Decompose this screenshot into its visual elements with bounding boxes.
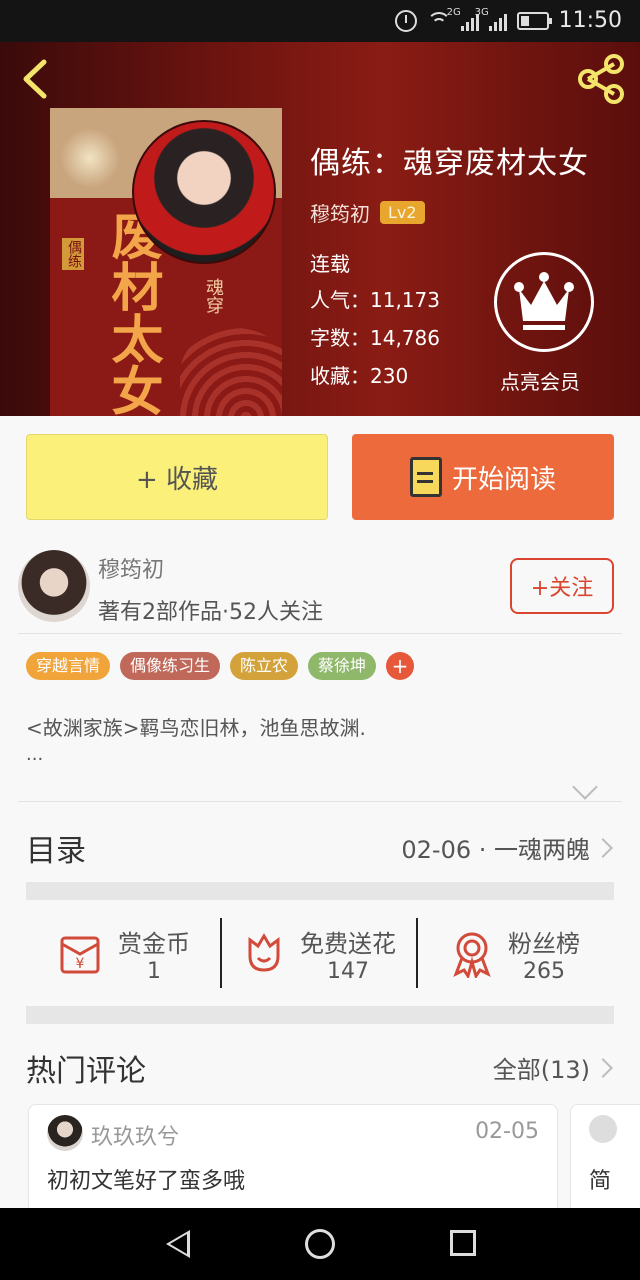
status-time: 11:50 <box>558 8 622 33</box>
reward-fans-value: 265 <box>523 959 565 984</box>
reward-fans-label: 粉丝榜 <box>508 930 580 958</box>
battery-icon <box>516 11 552 30</box>
catalog-latest: 02-06 · 一魂两魄 <box>401 836 590 864</box>
crown-icon <box>514 272 574 330</box>
comment-card[interactable]: 简 <box>570 1104 640 1214</box>
comment-card[interactable]: 玖玖玖兮 02-05 初初文笔好了蛮多哦 <box>28 1104 558 1214</box>
divider <box>416 918 418 988</box>
follow-button[interactable]: +关注 <box>510 558 614 614</box>
reward-fans[interactable]: 粉丝榜 265 <box>450 916 580 992</box>
share-icon[interactable] <box>576 54 626 104</box>
cover-avatar <box>132 120 276 264</box>
level-badge: Lv2 <box>380 201 425 224</box>
divider <box>18 633 622 634</box>
book-status: 连载 <box>310 252 350 276</box>
section-separator <box>26 882 614 900</box>
author-stats: 著有2部作品·52人关注 <box>98 600 323 625</box>
author-avatar[interactable] <box>18 550 90 622</box>
author-section: 穆筠初 著有2部作品·52人关注 +关注 <box>0 538 640 634</box>
envelope-yen-icon: ¥ <box>60 936 100 974</box>
all-comments-link[interactable]: 全部(13) <box>492 1050 613 1085</box>
flower-icon <box>248 933 280 972</box>
catalog-title: 目录 <box>26 834 86 869</box>
comment-date: 02-05 <box>475 1119 539 1144</box>
tag-list: 穿越言情 偶像练习生 陈立农 蔡徐坤 + <box>26 652 415 680</box>
reward-flowers[interactable]: 免费送花 147 <box>242 916 396 992</box>
system-nav-bar <box>0 1208 640 1280</box>
stat-favorites: 收藏：230 <box>310 360 408 389</box>
stat-words: 字数：14,786 <box>310 322 440 351</box>
stat-words-label: 字数： <box>310 326 370 350</box>
reward-coins[interactable]: ¥ 赏金币 1 <box>56 916 190 992</box>
stat-favorites-label: 收藏： <box>310 364 370 388</box>
tag-0[interactable]: 穿越言情 <box>26 652 111 680</box>
comment-avatar[interactable] <box>47 1115 83 1151</box>
alarm-icon <box>394 9 417 32</box>
vip-label[interactable]: 点亮会员 <box>500 366 580 395</box>
book-icon <box>409 457 442 497</box>
divider <box>18 801 622 802</box>
divider <box>220 918 222 988</box>
reward-coins-value: 1 <box>147 959 161 984</box>
status-bar: 2G 3G 11:50 <box>0 0 640 42</box>
stat-popularity-value: 11,173 <box>370 288 440 312</box>
tag-2[interactable]: 陈立农 <box>230 652 299 680</box>
add-tag-button[interactable]: + <box>386 652 415 680</box>
lotus-icon <box>60 128 120 188</box>
book-title: 偶练：魂穿废材太女 <box>310 146 589 181</box>
stat-popularity: 人气：11,173 <box>310 284 440 313</box>
tag-1[interactable]: 偶像练习生 <box>120 652 221 680</box>
nav-recents-icon[interactable] <box>450 1230 476 1256</box>
description-ellipsis: ... <box>26 744 44 765</box>
collect-label: + 收藏 <box>135 464 219 495</box>
stat-popularity-label: 人气： <box>310 288 370 312</box>
reward-coins-label: 赏金币 <box>118 930 190 958</box>
comment-user[interactable]: 玖玖玖兮 <box>91 1119 179 1151</box>
book-author[interactable]: 穆筠初 <box>310 198 370 227</box>
cover-subtitle: 魂穿 <box>203 278 224 314</box>
signal-3g-icon: 3G <box>475 7 507 31</box>
all-comments-label: 全部(13) <box>492 1056 590 1084</box>
chevron-right-icon <box>593 1057 613 1078</box>
stat-favorites-value: 230 <box>370 364 409 388</box>
collect-button[interactable]: + 收藏 <box>26 434 328 520</box>
tag-3[interactable]: 蔡徐坤 <box>308 652 377 680</box>
chevron-right-icon <box>593 837 613 858</box>
start-reading-button[interactable]: 开始阅读 <box>352 434 614 520</box>
back-icon[interactable] <box>18 58 54 100</box>
comment-text: 初初文笔好了蛮多哦 <box>47 1169 246 1194</box>
section-separator <box>26 1006 614 1024</box>
book-description: <故渊家族>羁鸟恋旧林，池鱼思故渊. <box>26 716 366 740</box>
vip-crown-button[interactable] <box>494 252 594 352</box>
status-icons: 2G 3G 11:50 <box>394 7 622 33</box>
follow-label: +关注 <box>530 576 594 601</box>
svg-text:¥: ¥ <box>76 956 85 972</box>
reward-flowers-value: 147 <box>327 959 369 984</box>
stat-words-value: 14,786 <box>370 326 440 350</box>
catalog-latest-link[interactable]: 02-06 · 一魂两魄 <box>401 830 613 865</box>
cover-tag: 偶练 <box>62 238 84 270</box>
nav-back-icon[interactable] <box>166 1230 190 1258</box>
book-header: 偶练 废材太女 魂穿 偶练：魂穿废材太女 穆筠初 Lv2 连载 人气：11,17… <box>0 42 640 416</box>
cover-waves <box>180 328 282 416</box>
author-row: 穆筠初 Lv2 <box>310 198 425 227</box>
comment-avatar <box>589 1115 617 1143</box>
author-name[interactable]: 穆筠初 <box>98 552 164 584</box>
medal-icon <box>453 932 491 978</box>
reward-flowers-label: 免费送花 <box>300 930 396 958</box>
hot-comments-title: 热门评论 <box>26 1054 146 1089</box>
start-reading-label: 开始阅读 <box>451 464 556 495</box>
comment-text: 简 <box>589 1169 612 1194</box>
nav-home-icon[interactable] <box>305 1229 335 1259</box>
